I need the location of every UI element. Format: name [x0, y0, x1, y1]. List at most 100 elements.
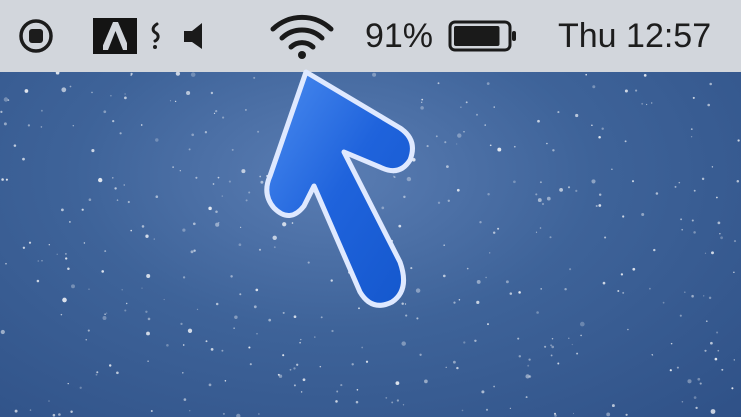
- star: [625, 413, 628, 416]
- star: [190, 72, 196, 77]
- star: [416, 317, 419, 320]
- star: [695, 406, 698, 410]
- star: [116, 371, 119, 375]
- star: [52, 413, 56, 417]
- star: [204, 131, 208, 134]
- star: [571, 343, 573, 346]
- star: [710, 409, 716, 414]
- star: [300, 139, 303, 142]
- star: [719, 233, 721, 235]
- star: [611, 168, 613, 170]
- star: [680, 218, 683, 221]
- star: [465, 101, 468, 104]
- star: [424, 379, 428, 384]
- star: [300, 338, 302, 341]
- star: [358, 307, 360, 310]
- star: [228, 180, 231, 183]
- star: [372, 72, 377, 77]
- clock[interactable]: Thu 12:57: [558, 0, 741, 72]
- star: [110, 94, 112, 97]
- star: [87, 329, 90, 332]
- star: [13, 144, 17, 147]
- star: [238, 243, 242, 247]
- star: [257, 130, 260, 133]
- screenshot-frame: 91% Thu 12:57: [0, 0, 741, 417]
- star: [268, 318, 272, 322]
- star: [95, 373, 98, 376]
- star: [141, 225, 145, 228]
- star: [537, 119, 540, 123]
- star: [336, 390, 339, 393]
- star: [213, 112, 216, 115]
- star: [444, 141, 447, 144]
- star: [273, 246, 276, 249]
- star: [466, 267, 469, 270]
- star: [253, 76, 256, 79]
- star: [579, 321, 585, 327]
- star: [693, 396, 697, 399]
- star: [48, 244, 50, 246]
- star: [435, 135, 438, 138]
- star: [351, 363, 354, 366]
- star: [60, 313, 63, 316]
- star: [233, 327, 235, 329]
- star: [58, 413, 61, 416]
- star: [487, 323, 489, 326]
- star: [295, 117, 299, 120]
- adobe-icon[interactable]: [90, 0, 140, 72]
- star: [348, 270, 352, 274]
- star: [721, 368, 724, 371]
- star: [98, 177, 103, 183]
- star: [355, 400, 359, 404]
- star: [461, 409, 464, 412]
- star: [632, 267, 636, 271]
- star: [291, 222, 294, 224]
- star: [296, 363, 299, 366]
- battery-icon[interactable]: [446, 0, 522, 72]
- star: [456, 188, 460, 192]
- star: [580, 334, 582, 337]
- star: [256, 332, 258, 335]
- star: [489, 252, 491, 254]
- star: [476, 279, 481, 284]
- star: [65, 257, 68, 260]
- star: [601, 127, 604, 130]
- star: [347, 119, 349, 121]
- star: [182, 276, 186, 279]
- star: [353, 100, 356, 102]
- wifi-icon[interactable]: [264, 0, 340, 72]
- star: [525, 396, 528, 399]
- star: [485, 408, 489, 411]
- star: [474, 339, 477, 343]
- star: [420, 106, 424, 110]
- record-icon[interactable]: [14, 0, 58, 72]
- star: [631, 180, 635, 183]
- battery-percent[interactable]: 91%: [362, 0, 436, 72]
- star: [310, 100, 313, 103]
- star: [598, 135, 601, 139]
- star: [651, 354, 654, 356]
- star: [546, 142, 548, 145]
- star: [443, 244, 446, 247]
- star: [497, 227, 500, 230]
- star: [396, 399, 400, 402]
- star: [56, 253, 58, 255]
- star: [123, 184, 125, 186]
- star: [703, 295, 705, 297]
- star: [622, 291, 625, 294]
- star: [326, 183, 330, 187]
- star: [244, 108, 247, 111]
- star: [208, 383, 212, 387]
- star: [180, 322, 183, 326]
- star: [539, 227, 542, 229]
- volume-icon[interactable]: [176, 0, 216, 72]
- star: [733, 359, 735, 361]
- star: [693, 231, 696, 234]
- star: [241, 169, 246, 174]
- star: [486, 82, 490, 85]
- star: [187, 328, 193, 333]
- star: [406, 176, 412, 182]
- star: [14, 409, 18, 413]
- star: [568, 337, 570, 339]
- partial-menu-icon[interactable]: [144, 0, 166, 72]
